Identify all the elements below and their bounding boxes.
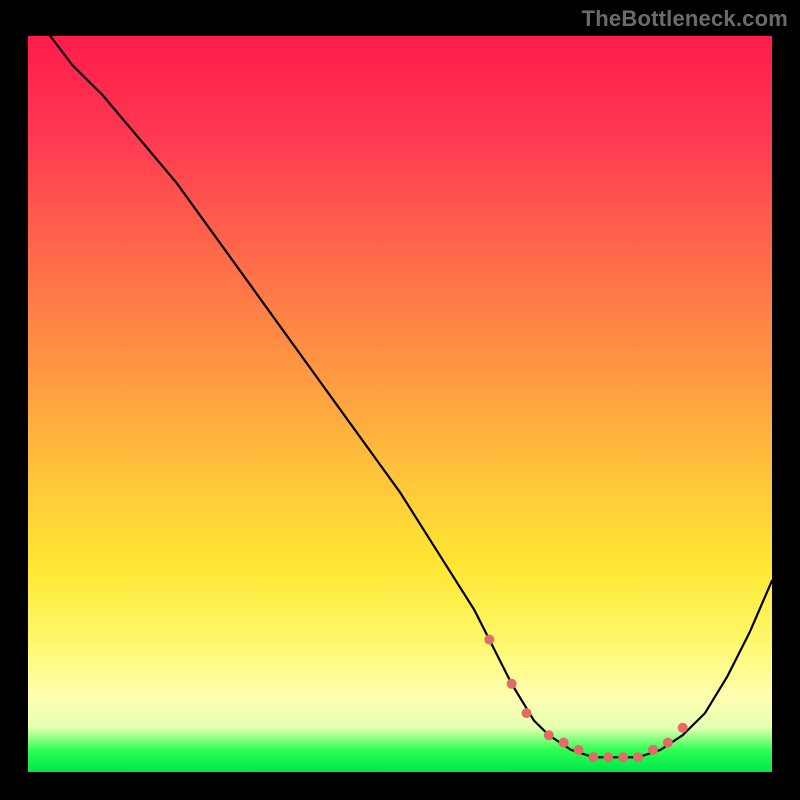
curve-svg [28, 36, 772, 772]
optimal-dot [522, 708, 532, 718]
optimal-dot [633, 752, 643, 762]
chart-frame: TheBottleneck.com [0, 0, 800, 800]
attribution-label: TheBottleneck.com [582, 6, 788, 32]
optimal-dot [663, 738, 673, 748]
optimal-dot [678, 723, 688, 733]
optimal-dot [507, 679, 517, 689]
optimal-dot [559, 738, 569, 748]
optimal-dot [544, 730, 554, 740]
optimal-dot [648, 745, 658, 755]
bottleneck-curve [50, 36, 772, 757]
optimal-range-dots [484, 635, 687, 763]
optimal-dot [588, 752, 598, 762]
optimal-dot [603, 752, 613, 762]
optimal-dot [484, 635, 494, 645]
optimal-dot [574, 745, 584, 755]
optimal-dot [618, 752, 628, 762]
plot-area [28, 36, 772, 772]
